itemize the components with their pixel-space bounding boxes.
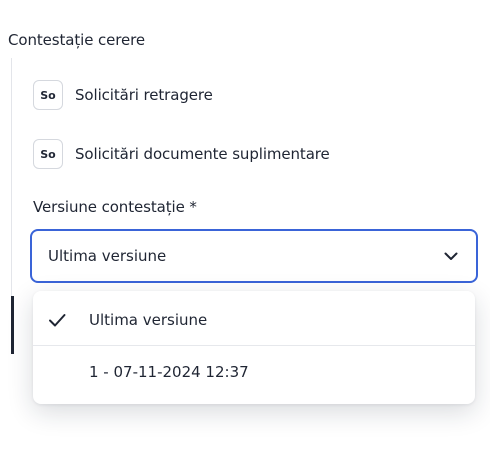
chevron-down-icon bbox=[442, 247, 460, 265]
tree-line bbox=[11, 58, 12, 298]
option-label: Ultima versiune bbox=[89, 311, 208, 329]
option-label: 1 - 07-11-2024 12:37 bbox=[89, 362, 249, 381]
version-select-value: Ultima versiune bbox=[48, 247, 167, 265]
check-icon bbox=[47, 310, 67, 330]
option-version-1[interactable]: 1 - 07-11-2024 12:37 bbox=[33, 345, 475, 397]
link-solicitari-retragere[interactable]: So Solicitări retragere bbox=[33, 80, 213, 110]
version-field-label: Versiune contestație * bbox=[33, 198, 197, 216]
version-select[interactable]: Ultima versiune bbox=[30, 229, 478, 283]
link-solicitari-documente-suplimentare[interactable]: So Solicitări documente suplimentare bbox=[33, 139, 330, 169]
option-ultima-versiune[interactable]: Ultima versiune bbox=[33, 294, 475, 346]
link-label: Solicitări documente suplimentare bbox=[75, 145, 330, 163]
avatar: So bbox=[33, 80, 63, 110]
version-dropdown-menu: Ultima versiune 1 - 07-11-2024 12:37 bbox=[33, 291, 475, 404]
link-label: Solicitări retragere bbox=[75, 86, 213, 104]
tree-line-active bbox=[11, 296, 14, 354]
section-title: Contestație cerere bbox=[8, 31, 146, 49]
avatar: So bbox=[33, 139, 63, 169]
